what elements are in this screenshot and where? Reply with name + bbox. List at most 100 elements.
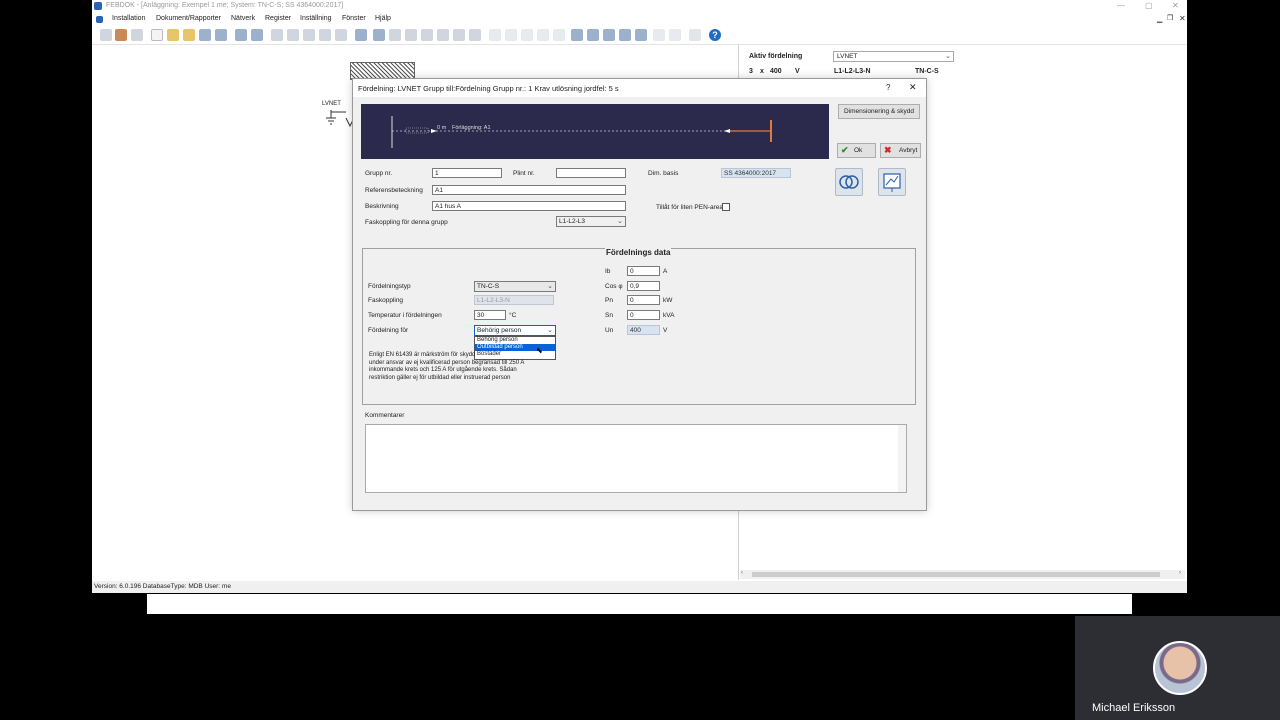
comment-scrollbar[interactable] bbox=[898, 425, 906, 492]
dimensioning-button[interactable]: Dimensionering & skydd bbox=[838, 104, 920, 119]
faskoppling-group-value: L1-L2-L3 bbox=[559, 218, 586, 225]
pen-area-checkbox[interactable] bbox=[722, 203, 730, 211]
close-icon[interactable]: ✕ bbox=[1172, 1, 1179, 10]
zoom-in-icon[interactable] bbox=[571, 29, 583, 41]
mdi-close-icon[interactable]: ✕ bbox=[1179, 14, 1186, 23]
menu-installning[interactable]: Inställning bbox=[300, 15, 332, 22]
marker-icon[interactable] bbox=[251, 29, 263, 41]
folder-icon[interactable] bbox=[183, 29, 195, 41]
cancel-button[interactable]: ✖ Avbryt bbox=[880, 143, 921, 158]
tool-icon[interactable] bbox=[115, 29, 127, 41]
for-value: Behörig person bbox=[477, 327, 522, 334]
tool-icon[interactable] bbox=[215, 29, 227, 41]
paste-icon[interactable] bbox=[521, 29, 533, 41]
pn-input[interactable]: 0 bbox=[627, 295, 660, 305]
comment-textarea[interactable] bbox=[365, 424, 907, 493]
zoom-icon[interactable] bbox=[635, 29, 647, 41]
help-icon[interactable]: ? bbox=[709, 29, 721, 41]
reference-input[interactable]: A1 bbox=[432, 185, 626, 195]
system-type: TN-C-S bbox=[915, 68, 939, 75]
cos-input[interactable]: 0,9 bbox=[627, 281, 660, 291]
faskoppling-label: Faskoppling bbox=[368, 297, 404, 304]
circuit-link-button[interactable] bbox=[835, 168, 863, 196]
zoom-out-icon[interactable] bbox=[587, 29, 599, 41]
active-distribution-value: LVNET bbox=[837, 53, 858, 60]
banner-distance: 0 m bbox=[437, 125, 447, 131]
scrollbar-thumb[interactable] bbox=[752, 572, 1160, 577]
tool-icon[interactable] bbox=[131, 29, 143, 41]
dropdown-option[interactable]: Behörig person bbox=[475, 337, 555, 344]
tool-icon[interactable] bbox=[319, 29, 331, 41]
dim-basis-field: SS 4364000:2017 bbox=[721, 168, 791, 178]
mdi-minimize-icon[interactable]: ▁ bbox=[1157, 15, 1162, 23]
tool-icon[interactable] bbox=[389, 29, 401, 41]
diagram-icon bbox=[883, 173, 901, 192]
active-distribution-select[interactable]: LVNET ⌄ bbox=[833, 51, 954, 62]
tool-icon[interactable] bbox=[199, 29, 211, 41]
typ-label: Fördelningstyp bbox=[368, 283, 411, 290]
faskoppling-group-select[interactable]: L1-L2-L3 ⌄ bbox=[556, 216, 626, 227]
menu-register[interactable]: Register bbox=[265, 15, 291, 22]
status-bar: Version: 6.0.196 DatabaseType: MDB User:… bbox=[92, 581, 1187, 593]
diagram-export-button[interactable] bbox=[878, 168, 906, 196]
tool-icon[interactable] bbox=[669, 29, 681, 41]
distribution-dialog: Fördelning: LVNET Grupp till:Fördelning … bbox=[352, 78, 927, 511]
app-menu-icon[interactable] bbox=[96, 16, 103, 23]
mouse-cursor-icon: ⬉ bbox=[536, 346, 543, 355]
menu-hjalp[interactable]: Hjälp bbox=[375, 15, 391, 22]
zoom-fit-icon[interactable] bbox=[603, 29, 615, 41]
ok-button[interactable]: ✔ Ok bbox=[837, 143, 876, 158]
tool-icon[interactable] bbox=[100, 29, 112, 41]
tool-icon[interactable] bbox=[303, 29, 315, 41]
maximize-icon[interactable]: ▢ bbox=[1145, 1, 1153, 10]
scroll-right-icon[interactable]: › bbox=[1179, 570, 1181, 576]
chart-icon[interactable] bbox=[689, 29, 701, 41]
menu-natverk[interactable]: Nätverk bbox=[231, 15, 255, 22]
help-icon[interactable]: ? bbox=[886, 83, 890, 92]
dim-basis-label: Dim. basis bbox=[648, 170, 679, 177]
ground-icon[interactable] bbox=[271, 29, 283, 41]
tool-icon[interactable] bbox=[405, 29, 417, 41]
open-folder-icon[interactable] bbox=[167, 29, 179, 41]
menu-installation[interactable]: Installation bbox=[112, 15, 145, 22]
avatar bbox=[1153, 641, 1207, 695]
arrow-up-icon[interactable] bbox=[537, 29, 549, 41]
menu-bar: Installation Dokument/Rapporter Nätverk … bbox=[92, 13, 1187, 26]
faskoppling-group-label: Faskoppling för denna grupp bbox=[365, 219, 448, 226]
scroll-left-icon[interactable]: ‹ bbox=[741, 570, 743, 576]
tool-icon[interactable] bbox=[453, 29, 465, 41]
cancel-label: Avbryt bbox=[899, 147, 918, 154]
for-select[interactable]: Behörig person ⌄ bbox=[474, 325, 556, 336]
arrow-down-icon[interactable] bbox=[553, 29, 565, 41]
un-field: 400 bbox=[627, 325, 660, 335]
close-icon[interactable]: ✕ bbox=[909, 82, 917, 93]
tool-icon[interactable] bbox=[653, 29, 665, 41]
minimize-icon[interactable]: — bbox=[1117, 1, 1125, 10]
marker-icon[interactable] bbox=[235, 29, 247, 41]
ib-input[interactable]: 0 bbox=[627, 266, 660, 276]
sn-input[interactable]: 0 bbox=[627, 310, 660, 320]
menu-dokument[interactable]: Dokument/Rapporter bbox=[156, 15, 221, 22]
pin-icon[interactable] bbox=[355, 29, 367, 41]
zoom-icon[interactable] bbox=[619, 29, 631, 41]
menu-fonster[interactable]: Fönster bbox=[342, 15, 366, 22]
typ-value: TN-C-S bbox=[477, 283, 500, 290]
description-input[interactable]: A1 hus A bbox=[432, 201, 626, 211]
ground-icon[interactable] bbox=[287, 29, 299, 41]
un-unit: V bbox=[663, 327, 668, 334]
plint-nr-input[interactable] bbox=[556, 168, 626, 178]
tool-icon[interactable] bbox=[437, 29, 449, 41]
copy-icon[interactable] bbox=[505, 29, 517, 41]
typ-select[interactable]: TN-C-S ⌄ bbox=[474, 281, 556, 292]
grupp-nr-input[interactable]: 1 bbox=[432, 168, 502, 178]
mdi-restore-icon[interactable]: ❐ bbox=[1167, 14, 1173, 22]
bulb-icon[interactable] bbox=[421, 29, 433, 41]
power-icon[interactable] bbox=[373, 29, 385, 41]
tool-icon[interactable] bbox=[335, 29, 347, 41]
cut-icon[interactable] bbox=[489, 29, 501, 41]
ib-label: Ib bbox=[605, 268, 611, 275]
temp-input[interactable]: 30 bbox=[474, 310, 506, 320]
dropdown-option[interactable]: Outbildad person bbox=[475, 344, 555, 351]
new-file-icon[interactable] bbox=[151, 29, 163, 41]
tool-icon[interactable] bbox=[469, 29, 481, 41]
